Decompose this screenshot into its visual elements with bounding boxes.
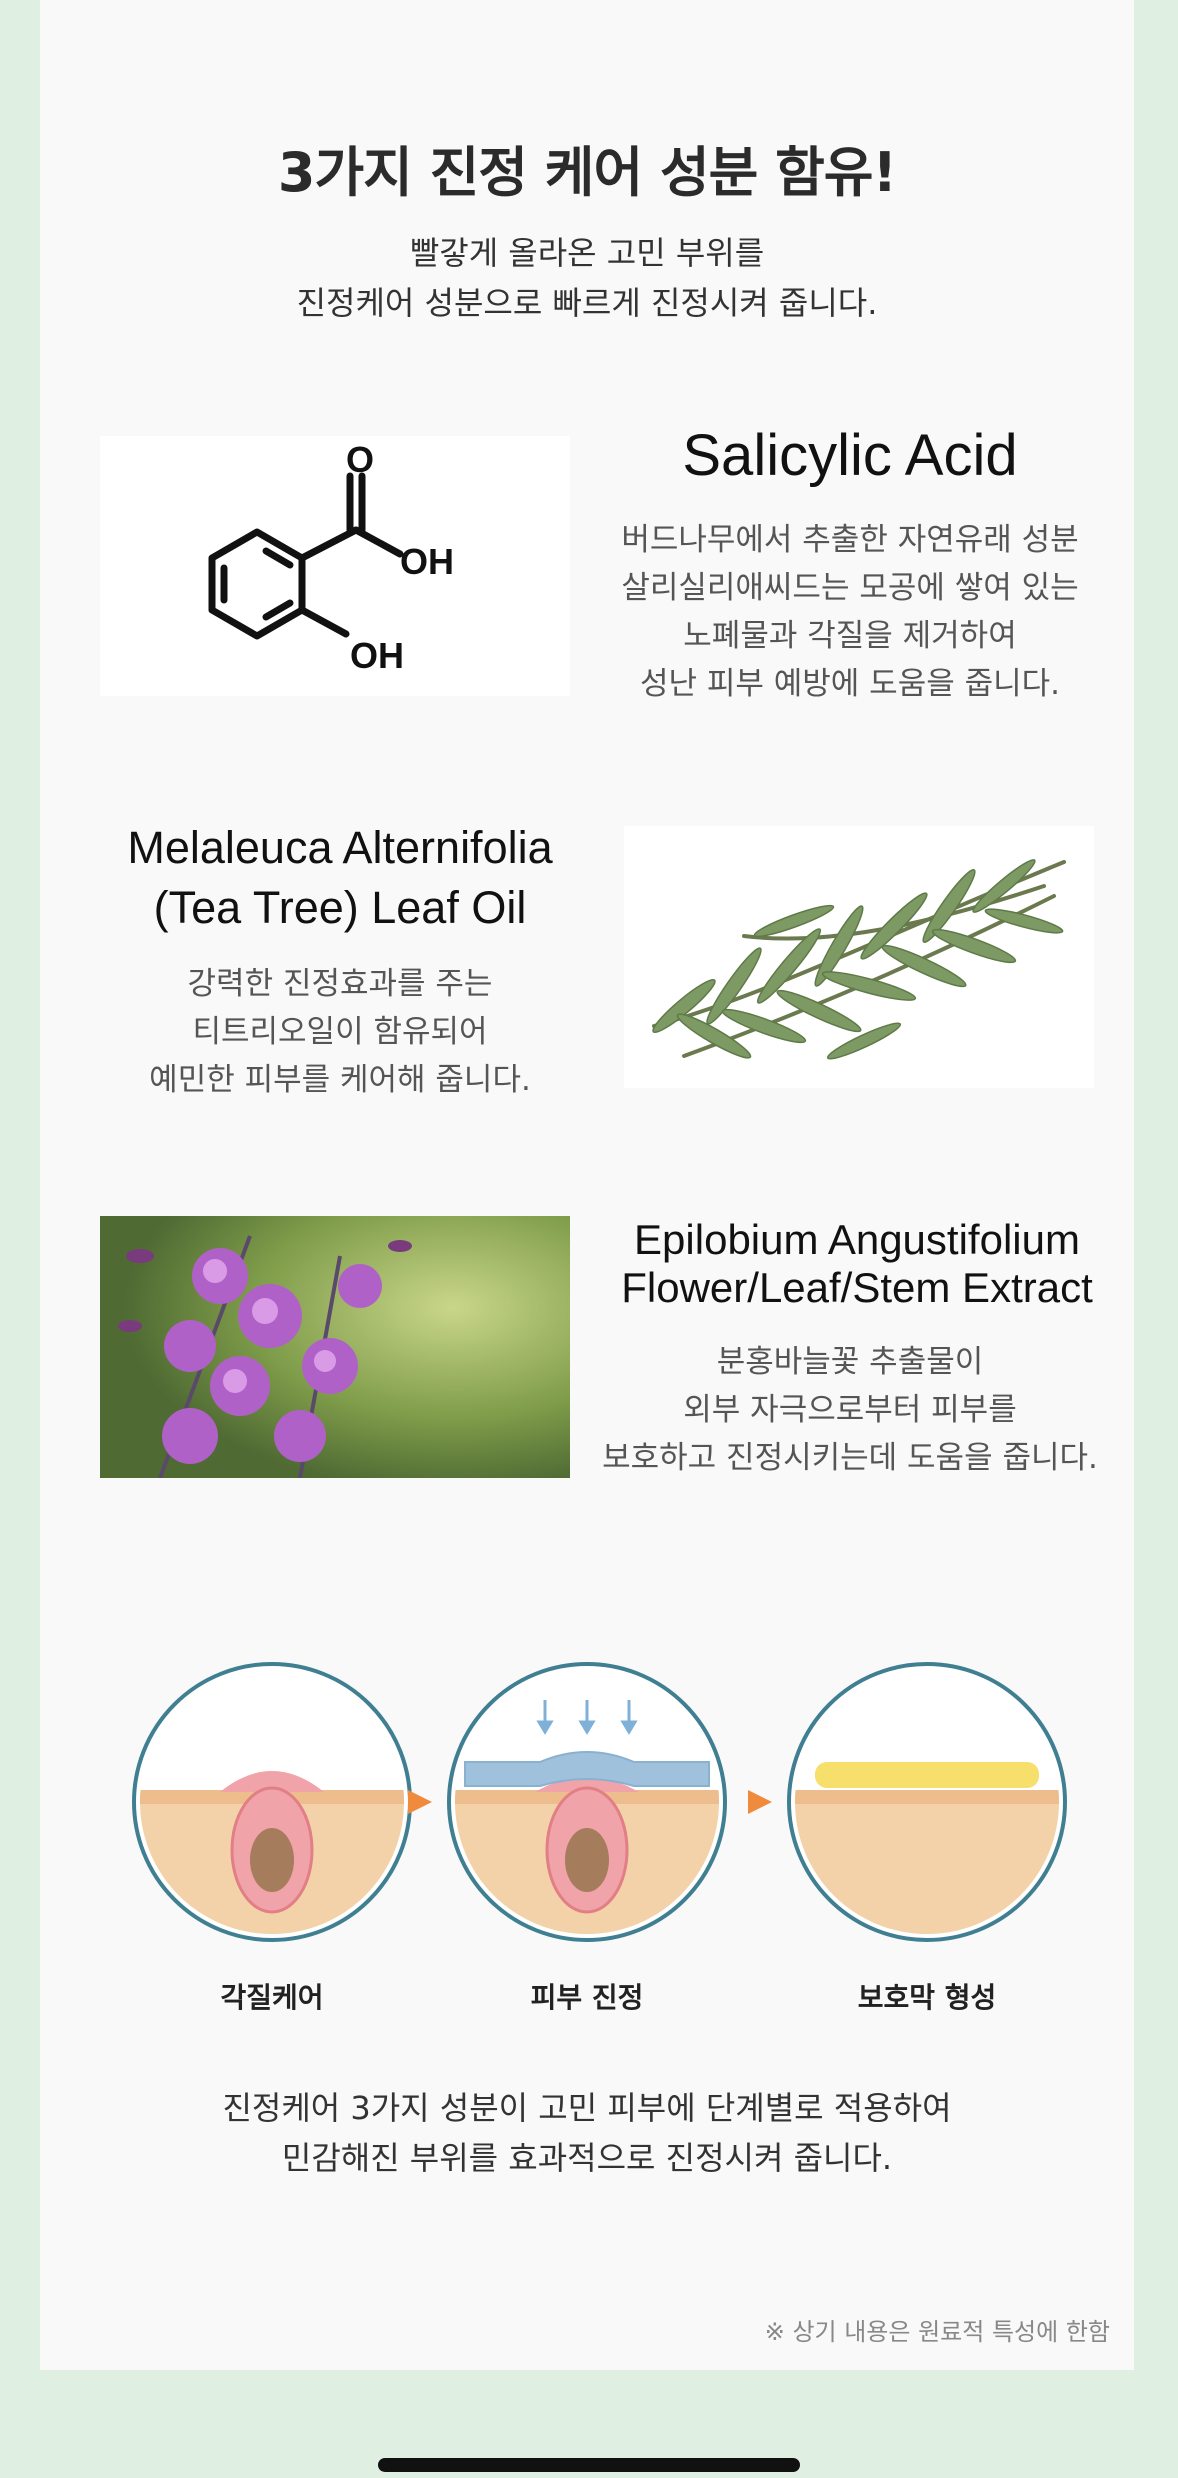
ingredient-2-name: Melaleuca Alternifolia (Tea Tree) Leaf O… xyxy=(80,818,600,938)
page-title: 3가지 진정 케어 성분 함유! xyxy=(277,141,897,204)
summary-line-2: 민감해진 부위를 효과적으로 진정시켜 줍니다. xyxy=(281,2139,893,2177)
fireweed-flower-icon xyxy=(100,1216,570,1478)
subtitle-line-1: 빨갛게 올라온 고민 부위를 xyxy=(409,234,765,272)
subtitle-line-2: 진정케어 성분으로 빠르게 진정시켜 줍니다. xyxy=(296,284,878,322)
stage-1-label: 각질케어 xyxy=(220,1981,324,2014)
ingredient-3-desc-line: 분홍바늘꽃 추출물이 xyxy=(716,1344,984,1380)
arrow-right-icon xyxy=(748,1790,772,1814)
disclaimer-note: ※ 상기 내용은 원료적 특성에 한함 xyxy=(764,2318,1110,2346)
ingredient-3-name: Epilobium Angustifolium Flower/Leaf/Stem… xyxy=(580,1216,1134,1312)
arrow-right-icon xyxy=(408,1790,432,1814)
ingredient-3-desc-line: 보호하고 진정시키는데 도움을 줍니다. xyxy=(602,1440,1098,1476)
stage-3-protective-icon xyxy=(787,1662,1067,1942)
ingredient-3-desc-line: 외부 자극으로부터 피부를 xyxy=(683,1392,1017,1428)
stage-2-label: 피부 진정 xyxy=(530,1981,644,2014)
stage-1-exfoliation-icon xyxy=(132,1662,412,1942)
ingredient-2-name-line: Melaleuca Alternifolia xyxy=(127,822,553,873)
ingredient-2-desc-line: 예민한 피부를 케어해 줍니다. xyxy=(149,1062,531,1098)
ingredient-2-description: 강력한 진정효과를 주는 티트리오일이 함유되어 예민한 피부를 케어해 줍니다… xyxy=(80,960,600,1104)
stage-3-label: 보호막 형성 xyxy=(857,1981,997,2014)
ingredient-1-name: Salicylic Acid xyxy=(682,423,1018,488)
ingredient-3-name-line: Flower/Leaf/Stem Extract xyxy=(621,1264,1093,1311)
chemical-structure-icon: O OH OH xyxy=(208,439,454,676)
page-subtitle: 빨갛게 올라온 고민 부위를 진정케어 성분으로 빠르게 진정시켜 줍니다. xyxy=(40,228,1134,328)
home-indicator[interactable] xyxy=(378,2458,800,2472)
ingredient-1-desc-line: 살리실리애씨드는 모공에 쌓여 있는 xyxy=(621,570,1079,606)
ingredient-1-desc-line: 성난 피부 예방에 도움을 줍니다. xyxy=(639,666,1061,702)
stage-2-calming-icon xyxy=(447,1662,727,1942)
fireweed-image xyxy=(100,1216,570,1478)
phenol-oh-label: OH xyxy=(350,635,404,676)
ingredient-3-description: 분홍바늘꽃 추출물이 외부 자극으로부터 피부를 보호하고 진정시키는데 도움을… xyxy=(600,1338,1100,1482)
tea-tree-image xyxy=(624,826,1094,1088)
ingredient-1-desc-line: 버드나무에서 추출한 자연유래 성분 xyxy=(621,522,1079,558)
acid-oh-label: OH xyxy=(400,541,454,582)
ingredient-2-name-line: (Tea Tree) Leaf Oil xyxy=(153,882,527,933)
ingredient-1-desc-line: 노폐물과 각질을 제거하여 xyxy=(683,618,1017,654)
ingredient-2-desc-line: 강력한 진정효과를 주는 xyxy=(187,966,493,1002)
stage-diagram xyxy=(132,1662,1067,1942)
tea-tree-leaf-icon xyxy=(652,859,1066,1060)
summary-line-1: 진정케어 3가지 성분이 고민 피부에 단계별로 적용하여 xyxy=(222,2089,952,2127)
carbonyl-oxygen-label: O xyxy=(346,439,374,480)
salicylic-structure-image: O OH OH xyxy=(100,436,570,696)
ingredient-3-name-line: Epilobium Angustifolium xyxy=(634,1216,1080,1263)
summary-text: 진정케어 3가지 성분이 고민 피부에 단계별로 적용하여 민감해진 부위를 효… xyxy=(40,2083,1134,2183)
ingredient-2-desc-line: 티트리오일이 함유되어 xyxy=(192,1014,488,1050)
page: 3가지 진정 케어 성분 함유! 빨갛게 올라온 고민 부위를 진정케어 성분으… xyxy=(40,0,1134,2370)
ingredient-1-description: 버드나무에서 추출한 자연유래 성분 살리실리애씨드는 모공에 쌓여 있는 노폐… xyxy=(600,516,1100,708)
